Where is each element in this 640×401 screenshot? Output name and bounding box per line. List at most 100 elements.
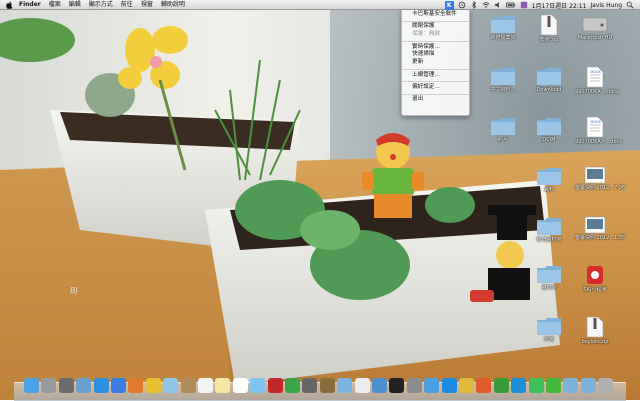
user-name[interactable]: Javis Hung [590,2,622,9]
dock-contacts-icon[interactable] [180,378,196,393]
desktop-icon-folder[interactable]: 照片 [483,116,523,143]
menu-go[interactable]: 前往 [117,0,137,10]
menu-item-preferences[interactable]: 偏好設定… [402,84,469,92]
folder-icon [483,14,523,34]
dock-wechat-icon[interactable] [546,378,561,393]
dock-powerpoint-icon[interactable] [476,378,492,393]
menu-bar: Finder 檔案 編輯 顯示方式 前往 視窗 輔助說明 K 1月17日週日 2… [0,0,640,10]
desktop-icon-folder[interactable]: Download [529,66,569,93]
battery-icon[interactable] [505,1,516,9]
dock-safari-icon[interactable] [111,378,126,393]
desktop-icon-label: 照片 [497,137,508,143]
dock-preview-icon[interactable] [337,378,353,393]
menu-separator [402,40,469,42]
dock-folder-icon[interactable] [563,378,579,393]
dock-iphoto-icon[interactable] [76,378,92,393]
menu-item-kaspersky-title[interactable]: 卡巴斯基安全軟件 [402,11,469,19]
menu-view[interactable]: 顯示方式 [85,0,117,10]
dock-itunes-icon[interactable] [250,378,266,393]
svg-text:DOCX: DOCX [591,120,602,124]
desktop-icon-label: 安裝.zip [539,37,559,43]
menu-item-update[interactable]: 更新 [402,59,469,67]
bluetooth-icon[interactable] [470,1,478,9]
dock-trash-icon[interactable] [598,378,614,393]
wifi-icon[interactable] [482,1,490,9]
desktop-icon-folder[interactable]: 中文資料... [483,66,523,93]
desktop-icon-folder[interactable]: 新增資料夾 [529,216,569,243]
volume-icon[interactable] [494,1,502,9]
dock-terminal-icon[interactable] [389,378,405,393]
dock-notes-icon[interactable] [215,378,231,393]
spotlight-icon[interactable] [626,1,634,9]
menu-item-quit[interactable]: 退出 [402,96,469,104]
desktop-icon-label: 螢幕快照 2012...1.35 [575,235,626,241]
dock-image-capture-icon[interactable] [302,378,318,393]
desktop-icon-doc[interactable]: DOCX 9907006A.f ...docx [575,116,623,145]
input-icon[interactable] [520,1,528,9]
screen-icon [575,216,615,234]
desktop-icon-app[interactable]: SKI小程序 [575,264,615,293]
doc-icon: DOCX [575,116,615,138]
desktop-icon-folder[interactable]: 資料夾 [529,264,569,291]
folder-icon [529,66,569,86]
desktop-icon-folder[interactable]: 學校 [529,316,569,343]
desktop-icon-label: 新增資料夾 [536,237,562,243]
dock-system-preferences-icon[interactable] [406,378,422,393]
menu-window[interactable]: 視窗 [137,0,157,10]
desktop-icon-label: 新增檔案夾 [490,35,516,41]
dock-qq-icon[interactable] [441,378,457,393]
dock-downloads-icon[interactable] [580,378,596,393]
dock-xcode-icon[interactable] [372,378,387,393]
dock-word-icon[interactable] [459,378,474,393]
dock-firefox-icon[interactable] [128,378,144,393]
desktop-icon-zip[interactable]: 安裝.zip [529,14,569,43]
dock-kaspersky-icon[interactable] [511,378,527,393]
menu-help[interactable]: 輔助說明 [157,0,189,10]
dock-mission-control-icon[interactable] [58,378,74,393]
clock[interactable]: 1月17日週日 22:11 [532,1,587,10]
desktop-icon-screen[interactable]: 螢幕快照 2012...1.35 [575,216,626,241]
dock-mail-icon[interactable] [163,378,179,393]
dock-tools-icon[interactable] [319,378,335,393]
dock-excel-icon[interactable] [493,378,509,393]
desktop-icon-label: Macintosh HD [577,35,613,41]
dock-finder-icon[interactable] [24,378,39,393]
dock-chrome-icon[interactable] [145,378,161,393]
menu-item-quick-scan[interactable]: 快速掃描 [402,51,469,59]
hd-icon [575,14,615,34]
dock-line-icon[interactable] [528,378,544,393]
desktop-icon-label: Download [536,87,562,93]
desktop-icon-screen[interactable]: 螢幕快照 2012...7.06 [575,166,625,191]
dock-facetime-icon[interactable] [285,378,300,393]
menu-separator [402,20,469,22]
dock-textedit-icon[interactable] [354,378,370,393]
desktop-icon-zip[interactable]: bsplots.zip [575,316,615,345]
menu-finder[interactable]: Finder [15,0,45,10]
menu-edit[interactable]: 編輯 [65,0,85,10]
desktop-icon-folder[interactable]: 新增檔案夾 [483,14,523,41]
timemachine-icon[interactable] [458,1,466,9]
dock-appstore-icon[interactable] [93,378,109,393]
folder-icon [529,116,569,136]
zip-icon [575,316,615,338]
dock-reminders-icon[interactable] [232,378,248,393]
kaspersky-icon[interactable]: K [444,0,454,10]
dock-calendar-icon[interactable] [198,378,213,393]
folder-icon [529,166,569,186]
zip-icon [529,14,569,36]
desktop-icon-hd[interactable]: Macintosh HD [575,14,615,41]
desktop-icon-label: SKI小程序 [583,287,607,293]
menu-item-web-management[interactable]: 上網管理… [402,72,469,80]
dock-launchpad-icon[interactable] [41,378,57,393]
menu-file[interactable]: 檔案 [45,0,65,10]
kaspersky-dropdown-menu: 卡巴斯基安全軟件 關閉保護 保護：開啟 實時保護… 快速掃描 更新 上網管理… … [401,10,470,116]
desktop-icon-label: 9907006A.f ...docx [575,139,623,145]
desktop-icon-doc[interactable]: DOCX 9907006A ...docx [575,66,619,95]
apple-icon[interactable] [6,0,13,9]
desktop-icon-folder[interactable]: 資料 [529,166,569,193]
dock-flashcard-icon[interactable] [424,378,440,393]
folder-icon [483,116,523,136]
desktop-icon-folder[interactable]: DCIM [529,116,569,143]
desktop-icon-label: 9907006A ...docx [575,89,619,95]
dock-photo-booth-icon[interactable] [267,378,283,393]
